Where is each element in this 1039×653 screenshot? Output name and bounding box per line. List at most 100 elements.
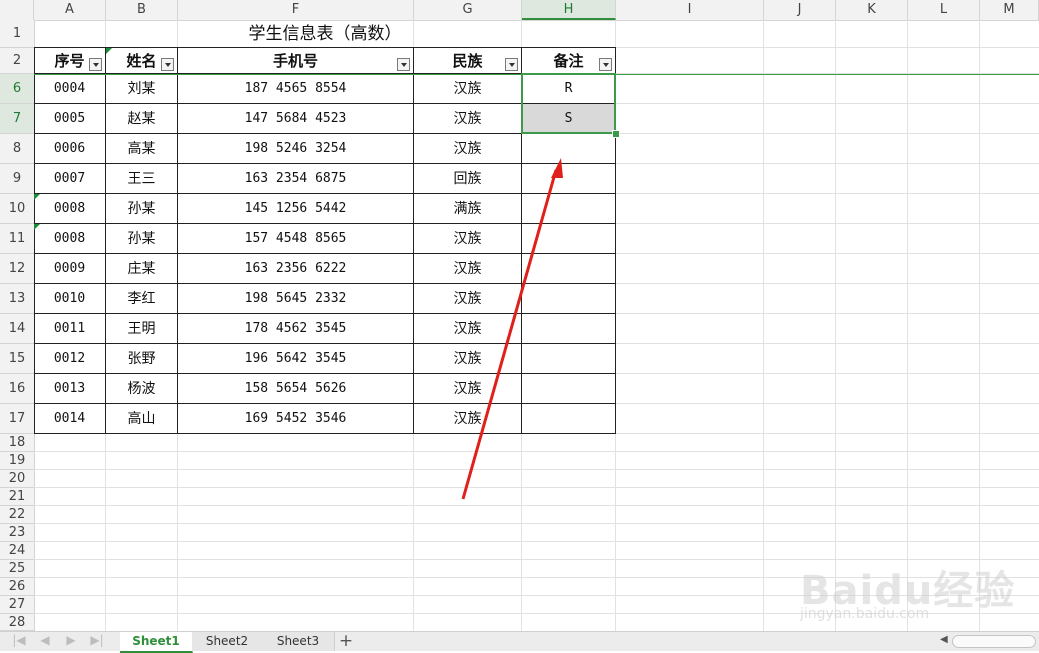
filter-dropdown-icon[interactable] [89,58,102,71]
table-cell[interactable]: 汉族 [414,74,522,104]
table-cell[interactable]: 满族 [414,194,522,224]
table-cell[interactable]: 0012 [34,344,106,374]
add-sheet-button[interactable]: + [336,631,356,651]
row-header-24[interactable]: 24 [0,542,34,560]
column-header-g[interactable]: G [414,0,522,20]
row-header-20[interactable]: 20 [0,470,34,488]
row-header-19[interactable]: 19 [0,452,34,470]
row-header-2[interactable]: 2 [0,48,34,74]
row-header-25[interactable]: 25 [0,560,34,578]
sheet-tab-sheet3[interactable]: Sheet3 [262,632,335,651]
table-cell[interactable]: 汉族 [414,404,522,434]
table-cell[interactable]: 158 5654 5626 [178,374,414,404]
table-cell[interactable] [522,164,616,194]
table-cell[interactable] [522,374,616,404]
select-all-corner[interactable] [0,0,34,20]
table-cell[interactable]: 汉族 [414,254,522,284]
fill-handle[interactable] [612,130,620,138]
table-cell[interactable]: 回族 [414,164,522,194]
row-header-6[interactable]: 6 [0,74,34,104]
table-cell[interactable]: 汉族 [414,284,522,314]
column-header-i[interactable]: I [616,0,764,20]
header-cell[interactable]: 民族 [414,48,522,74]
column-header-a[interactable]: A [34,0,106,20]
table-cell[interactable]: 孙某 [106,224,178,254]
table-cell[interactable]: 汉族 [414,104,522,134]
header-cell[interactable]: 姓名 [106,48,178,74]
row-header-28[interactable]: 28 [0,614,34,631]
table-cell[interactable]: 汉族 [414,374,522,404]
table-cell[interactable]: 刘某 [106,74,178,104]
table-cell[interactable]: 汉族 [414,344,522,374]
row-header-27[interactable]: 27 [0,596,34,614]
table-cell[interactable]: 0007 [34,164,106,194]
header-cell[interactable]: 手机号 [178,48,414,74]
table-cell[interactable] [522,254,616,284]
table-cell[interactable]: R [522,74,616,104]
horizontal-scrollbar[interactable] [952,635,1036,648]
first-sheet-icon[interactable]: |◀ [10,633,28,647]
table-cell[interactable]: 0008 [34,194,106,224]
table-cell[interactable] [522,224,616,254]
row-header-8[interactable]: 8 [0,134,34,164]
column-header-m[interactable]: M [980,0,1039,20]
table-cell[interactable]: 198 5246 3254 [178,134,414,164]
column-header-h[interactable]: H [522,0,616,20]
table-cell[interactable]: 147 5684 4523 [178,104,414,134]
cell-grid[interactable]: 学生信息表（高数） 序号 姓名 手机号 民族 备注 0004 刘某 187 4565 8554 汉… [34,20,1039,631]
header-cell[interactable]: 序号 [34,48,106,74]
table-cell[interactable]: 187 4565 8554 [178,74,414,104]
column-header-f[interactable]: F [178,0,414,20]
table-title[interactable]: 学生信息表（高数） [34,20,616,48]
table-cell[interactable]: 汉族 [414,224,522,254]
filter-dropdown-icon[interactable] [397,58,410,71]
row-header-18[interactable]: 18 [0,434,34,452]
row-header-14[interactable]: 14 [0,314,34,344]
column-header-k[interactable]: K [836,0,908,20]
row-header-21[interactable]: 21 [0,488,34,506]
table-cell[interactable]: 杨波 [106,374,178,404]
table-cell[interactable]: 赵某 [106,104,178,134]
table-cell[interactable]: 0009 [34,254,106,284]
row-header-26[interactable]: 26 [0,578,34,596]
row-header-12[interactable]: 12 [0,254,34,284]
row-header-10[interactable]: 10 [0,194,34,224]
row-header-7[interactable]: 7 [0,104,34,134]
table-cell[interactable]: 145 1256 5442 [178,194,414,224]
table-cell[interactable] [522,314,616,344]
row-header-13[interactable]: 13 [0,284,34,314]
table-cell[interactable] [522,134,616,164]
table-cell[interactable]: 张野 [106,344,178,374]
sheet-tab-sheet2[interactable]: Sheet2 [192,632,263,651]
table-cell[interactable]: S [522,104,616,134]
table-cell[interactable] [522,284,616,314]
scroll-left-icon[interactable]: ◀ [940,634,948,645]
table-cell[interactable]: 198 5645 2332 [178,284,414,314]
table-cell[interactable] [522,404,616,434]
sheet-tab-sheet1[interactable]: Sheet1 [120,632,193,653]
table-cell[interactable]: 0013 [34,374,106,404]
table-cell[interactable]: 0004 [34,74,106,104]
table-cell[interactable]: 0008 [34,224,106,254]
column-header-b[interactable]: B [106,0,178,20]
row-header-16[interactable]: 16 [0,374,34,404]
row-header-22[interactable]: 22 [0,506,34,524]
row-header-23[interactable]: 23 [0,524,34,542]
column-header-l[interactable]: L [908,0,980,20]
table-cell[interactable]: 0011 [34,314,106,344]
table-cell[interactable]: 0010 [34,284,106,314]
table-cell[interactable]: 169 5452 3546 [178,404,414,434]
row-header-1[interactable]: 1 [0,20,34,48]
table-cell[interactable]: 王三 [106,164,178,194]
last-sheet-icon[interactable]: ▶| [88,633,106,647]
table-cell[interactable]: 0006 [34,134,106,164]
column-header-j[interactable]: J [764,0,836,20]
filter-dropdown-icon[interactable] [161,58,174,71]
table-cell[interactable]: 178 4562 3545 [178,314,414,344]
row-header-11[interactable]: 11 [0,224,34,254]
prev-sheet-icon[interactable]: ◀ [36,633,54,647]
table-cell[interactable] [522,344,616,374]
table-cell[interactable]: 196 5642 3545 [178,344,414,374]
table-cell[interactable]: 157 4548 8565 [178,224,414,254]
table-cell[interactable] [522,194,616,224]
